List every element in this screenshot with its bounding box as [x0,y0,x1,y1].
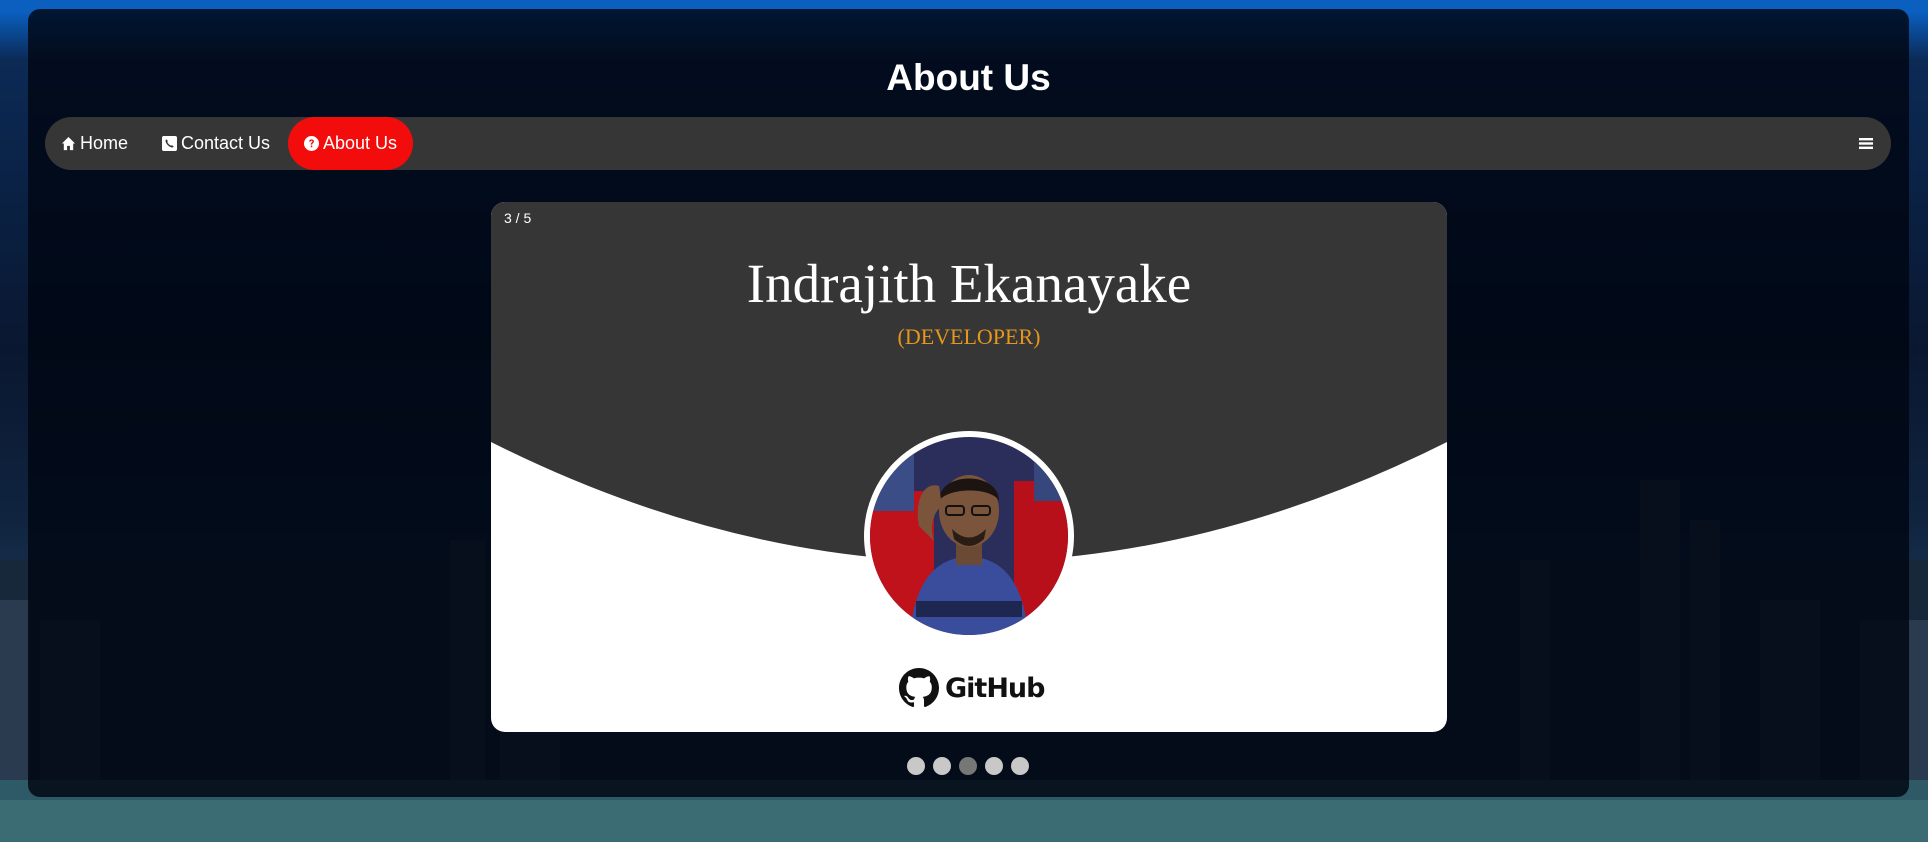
slide-dot-5[interactable] [1011,757,1029,775]
phone-icon [162,136,177,151]
member-card: 3 / 5 Indrajith Ekanayake (DEVELOPER) Gi… [491,202,1447,732]
page-title: About Us [886,57,1051,98]
slide-dot-1[interactable] [907,757,925,775]
github-label: GitHub [945,672,1045,704]
nav-item-label: Contact Us [181,133,271,153]
github-link[interactable]: GitHub [899,668,1045,708]
nav-item-label: Home [80,133,129,153]
nav-item-contact[interactable]: Contact Us [146,117,286,170]
slide-counter: 3 / 5 [504,210,532,226]
nav-item-home[interactable]: Home [45,117,144,170]
slide-dot-2[interactable] [933,757,951,775]
nav-item-label: About Us [323,133,398,153]
question-circle-icon [304,136,319,151]
github-icon [899,668,939,708]
navbar: Home Contact Us About Us [45,117,1891,170]
avatar [864,431,1074,641]
member-name: Indrajith Ekanayake [746,253,1192,314]
slide-dot-4[interactable] [985,757,1003,775]
slide-dot-3[interactable] [959,757,977,775]
home-icon [61,136,76,151]
member-role: (DEVELOPER) [897,324,1041,349]
hamburger-menu-icon[interactable] [1857,134,1877,153]
nav-item-about[interactable]: About Us [288,117,414,170]
